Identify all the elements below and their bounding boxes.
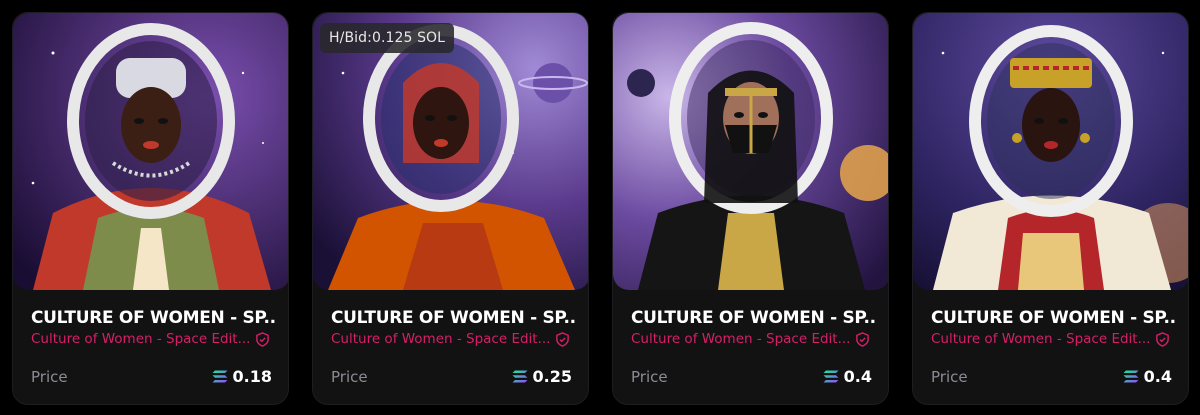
astronaut-portrait-image (313, 13, 588, 290)
nft-artwork[interactable]: H/Bid:0.125 SOL (313, 13, 588, 290)
verified-shield-icon (1155, 331, 1170, 347)
astronaut-portrait-image (613, 13, 888, 290)
price-label: Price (31, 368, 68, 386)
price-label: Price (631, 368, 668, 386)
verified-shield-icon (855, 331, 870, 347)
verified-shield-icon (555, 331, 570, 347)
nft-card[interactable]: CULTURE OF WOMEN - SP... Culture of Wome… (612, 12, 889, 405)
collection-label: Culture of Women - Space Edit... (331, 331, 551, 347)
nft-title[interactable]: CULTURE OF WOMEN - SP... (331, 308, 576, 328)
nft-title[interactable]: CULTURE OF WOMEN - SP... (931, 308, 1176, 328)
astronaut-portrait-image (13, 13, 288, 290)
solana-icon (512, 370, 528, 383)
price-value: 0.4 (823, 367, 872, 386)
price-label: Price (331, 368, 368, 386)
price-amount: 0.18 (232, 367, 272, 386)
nft-title[interactable]: CULTURE OF WOMEN - SP... (31, 308, 276, 328)
price-value: 0.25 (512, 367, 572, 386)
nft-artwork[interactable] (13, 13, 288, 290)
price-amount: 0.25 (532, 367, 572, 386)
nft-artwork[interactable] (613, 13, 888, 290)
collection-label: Culture of Women - Space Edit... (931, 331, 1151, 347)
price-label: Price (931, 368, 968, 386)
nft-card[interactable]: CULTURE OF WOMEN - SP... Culture of Wome… (12, 12, 289, 405)
solana-icon (212, 370, 228, 383)
nft-card[interactable]: CULTURE OF WOMEN - SP... Culture of Wome… (912, 12, 1189, 405)
price-amount: 0.4 (1143, 367, 1172, 386)
collection-name[interactable]: Culture of Women - Space Edit... (631, 330, 870, 348)
collection-label: Culture of Women - Space Edit... (31, 331, 251, 347)
price-amount: 0.4 (843, 367, 872, 386)
collection-name[interactable]: Culture of Women - Space Edit... (931, 330, 1170, 348)
collection-label: Culture of Women - Space Edit... (631, 331, 851, 347)
collection-name[interactable]: Culture of Women - Space Edit... (331, 330, 570, 348)
price-value: 0.4 (1123, 367, 1172, 386)
verified-shield-icon (255, 331, 270, 347)
solana-icon (1123, 370, 1139, 383)
price-value: 0.18 (212, 367, 272, 386)
astronaut-portrait-image (913, 13, 1188, 290)
highest-bid-badge: H/Bid:0.125 SOL (320, 23, 455, 53)
nft-artwork[interactable] (913, 13, 1188, 290)
nft-title[interactable]: CULTURE OF WOMEN - SP... (631, 308, 876, 328)
collection-name[interactable]: Culture of Women - Space Edit... (31, 330, 270, 348)
solana-icon (823, 370, 839, 383)
nft-card[interactable]: H/Bid:0.125 SOL CULTURE OF WOMEN - SP...… (312, 12, 589, 405)
